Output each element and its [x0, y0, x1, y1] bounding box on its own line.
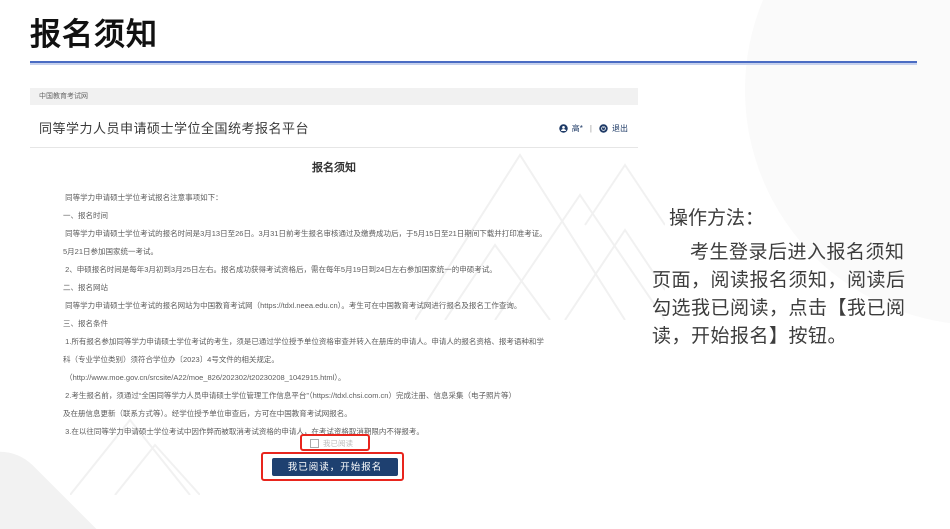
title-underline: [30, 61, 917, 63]
platform-title: 同等学力人员申请硕士学位全国统考报名平台: [39, 121, 310, 136]
notice-line: 同等学力申请硕士学位考试的报名时间是3月13日至26日。3月31日前考生报名审核…: [63, 229, 547, 238]
browser-site-label: 中国教育考试网: [30, 88, 638, 105]
notice-line: 三、报名条件: [63, 319, 108, 328]
header-separator: |: [589, 124, 592, 133]
header-divider: [30, 147, 638, 148]
notice-line: 2.考生报名前，须通过“全国同等学力人员申请硕士学位管理工作信息平台”（http…: [63, 391, 516, 400]
notice-line: 2、申硕报名时间是每年3月初到3月25日左右。报名成功获得考试资格后，需在每年5…: [63, 265, 497, 274]
notice-line: （http://www.moe.gov.cn/srcsite/A22/moe_8…: [63, 373, 346, 382]
notice-line: 一、报名时间: [63, 211, 108, 220]
notice-body: 同等学力申请硕士学位考试报名注意事项如下： 一、报名时间 同等学力申请硕士学位考…: [63, 189, 638, 441]
site-header: 同等学力人员申请硕士学位全国统考报名平台 高* | 退出: [30, 105, 638, 147]
user-name[interactable]: 高*: [572, 123, 583, 134]
notice-line: 科（专业学位类别）须符合学位办〔2023〕4号文件的相关规定。: [63, 355, 279, 364]
page-title: 报名须知: [30, 17, 158, 52]
notice-line: 二、报名网站: [63, 283, 108, 292]
logout-button[interactable]: 退出: [612, 123, 628, 134]
start-registration-button[interactable]: 我已阅读，开始报名: [272, 458, 398, 476]
instructions-body: 考生登录后进入报名须知页面，阅读报名须知，阅读后勾选我已阅读，点击【我已阅读，开…: [652, 242, 906, 347]
instructions-heading: 操作方法：: [669, 208, 765, 229]
read-checkbox-label: 我已阅读: [323, 439, 353, 448]
notice-line: 同等学力申请硕士学位考试报名注意事项如下：: [63, 193, 223, 202]
notice-line: 5月21日参加国家统一考试。: [63, 247, 159, 256]
slide-canvas: 报名须知 中国教育考试网 同等学力人员申请硕士学位全国统考报名平台 高* | 退…: [0, 0, 950, 529]
read-checkbox[interactable]: [310, 439, 319, 448]
checkbox-highlight-box: 我已阅读: [300, 434, 370, 451]
notice-line: 同等学力申请硕士学位考试的报名网站为中国教育考试网（https://tdxl.n…: [63, 301, 522, 310]
notice-line: 1.所有报名参加同等学力申请硕士学位考试的考生，须是已通过学位授予单位资格审查并…: [63, 337, 544, 346]
power-icon: [599, 124, 608, 133]
user-area: 高* | 退出: [559, 123, 628, 134]
user-icon: [559, 124, 568, 133]
notice-title: 报名须知: [312, 162, 356, 174]
notice-line: 及在册信息更新（联系方式等）。经学位授予单位审查后，方可在中国教育考试网报名。: [63, 409, 352, 418]
instructions-panel: 操作方法： 考生登录后进入报名须知页面，阅读报名须知，阅读后勾选我已阅读，点击【…: [652, 203, 916, 351]
read-checkbox-row[interactable]: 我已阅读: [310, 438, 353, 449]
